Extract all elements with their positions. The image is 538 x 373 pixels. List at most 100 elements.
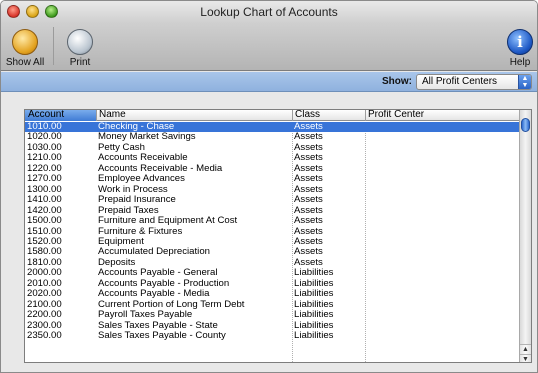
- class-cell: Assets: [294, 132, 323, 143]
- account-cell: 2300.00: [27, 320, 62, 331]
- name-cell: Petty Cash: [98, 142, 145, 153]
- table-row[interactable]: 1010.00 Checking - Chase Assets: [25, 122, 520, 133]
- account-cell: 1410.00: [27, 195, 62, 206]
- name-cell: Sales Taxes Payable - County: [98, 331, 226, 341]
- name-cell: Furniture & Fixtures: [98, 226, 183, 237]
- class-cell: Assets: [294, 205, 323, 216]
- class-cell: Assets: [294, 142, 323, 153]
- name-cell: Payroll Taxes Payable: [98, 310, 193, 321]
- name-cell: Deposits: [98, 257, 136, 268]
- printer-icon: [67, 29, 93, 55]
- table-row[interactable]: 1500.00 Furniture and Equipment At Cost As…: [25, 216, 520, 226]
- name-cell: Accounts Receivable - Media: [98, 163, 223, 174]
- help-label: Help: [509, 57, 531, 68]
- class-cell: Liabilities: [294, 320, 334, 331]
- name-cell: Accounts Receivable: [98, 153, 188, 164]
- table-row[interactable]: 2020.00 Accounts Payable - Media Liabiliti…: [25, 289, 520, 299]
- table-row[interactable]: 1580.00 Accumulated Depreciation Assets: [25, 247, 520, 257]
- profit-center-select-value: All Profit Centers: [422, 76, 498, 87]
- show-label: Show:: [382, 76, 412, 87]
- column-header-class[interactable]: Class: [292, 110, 365, 121]
- table-row[interactable]: 1810.00 Deposits Assets: [25, 258, 520, 268]
- account-cell: 1500.00: [27, 216, 62, 227]
- name-cell: Work in Process: [98, 184, 168, 195]
- folder-icon: [12, 29, 38, 55]
- name-cell: Accumulated Depreciation: [98, 247, 210, 258]
- scroll-thumb[interactable]: [521, 118, 530, 132]
- table-row[interactable]: 1220.00 Accounts Receivable - Media Assets: [25, 164, 520, 174]
- class-cell: Assets: [294, 216, 323, 227]
- account-cell: 2200.00: [27, 310, 62, 321]
- class-cell: Assets: [294, 184, 323, 195]
- account-cell: 1270.00: [27, 174, 62, 185]
- table-row[interactable]: 1210.00 Accounts Receivable Assets: [25, 153, 520, 163]
- account-cell: 1810.00: [27, 257, 62, 268]
- account-cell: 1210.00: [27, 153, 62, 164]
- name-cell: Furniture and Equipment At Cost: [98, 216, 238, 227]
- class-cell: Liabilities: [294, 299, 334, 310]
- title-bar[interactable]: Lookup Chart of Accounts: [1, 1, 537, 23]
- name-cell: Accounts Payable - General: [98, 268, 218, 279]
- class-cell: Assets: [294, 174, 323, 185]
- account-cell: 1020.00: [27, 132, 62, 143]
- class-cell: Assets: [294, 247, 323, 258]
- table-row[interactable]: 1020.00 Money Market Savings Assets: [25, 132, 520, 142]
- table-row[interactable]: 2000.00 Accounts Payable - General Liabili…: [25, 268, 520, 278]
- toolbar: Show All Print i Help: [1, 23, 537, 71]
- class-cell: Liabilities: [294, 278, 334, 289]
- name-cell: Accounts Payable - Media: [98, 289, 210, 300]
- filter-bar: Show: All Profit Centers ▲ ▼: [1, 72, 537, 92]
- table-row[interactable]: 2010.00 Accounts Payable - Production Liab…: [25, 279, 520, 289]
- account-cell: 1220.00: [27, 163, 62, 174]
- window-title: Lookup Chart of Accounts: [200, 5, 338, 19]
- class-cell: Liabilities: [294, 310, 334, 321]
- name-cell: Money Market Savings: [98, 132, 196, 143]
- name-cell: Accounts Payable - Production: [98, 278, 230, 289]
- table-row[interactable]: 2300.00 Sales Taxes Payable - State Liabil…: [25, 321, 520, 331]
- table-row[interactable]: 1520.00 Equipment Assets: [25, 237, 520, 247]
- table-row[interactable]: 2350.00 Sales Taxes Payable - County Liabi…: [25, 331, 520, 341]
- account-cell: 2010.00: [27, 278, 62, 289]
- lookup-window: Lookup Chart of Accounts Show All Print …: [0, 0, 538, 373]
- table-row[interactable]: 1410.00 Prepaid Insurance Assets: [25, 195, 520, 205]
- account-cell: 1300.00: [27, 184, 62, 195]
- column-header-profit-center[interactable]: Profit Center: [365, 110, 520, 121]
- accounts-table: Account Name Class Profit Center 1010.00…: [24, 109, 532, 363]
- table-row[interactable]: 2100.00 Current Portion of Long Term Debt…: [25, 300, 520, 310]
- class-cell: Liabilities: [294, 268, 334, 279]
- class-cell: Assets: [294, 122, 323, 132]
- account-cell: 2000.00: [27, 268, 62, 279]
- class-cell: Assets: [294, 153, 323, 164]
- table-row[interactable]: 1270.00 Employee Advances Assets: [25, 174, 520, 184]
- show-all-label: Show All: [5, 57, 45, 68]
- table-row[interactable]: 1420.00 Prepaid Taxes Assets: [25, 206, 520, 216]
- table-row[interactable]: 1030.00 Petty Cash Assets: [25, 143, 520, 153]
- print-button[interactable]: Print: [61, 29, 99, 68]
- name-cell: Prepaid Taxes: [98, 205, 159, 216]
- table-row[interactable]: 1300.00 Work in Process Assets: [25, 185, 520, 195]
- vertical-scrollbar[interactable]: ▲ ▼: [519, 110, 531, 362]
- table-row[interactable]: 1510.00 Furniture & Fixtures Assets: [25, 227, 520, 237]
- scroll-down-button[interactable]: ▼: [520, 354, 531, 362]
- table-row[interactable]: 2200.00 Payroll Taxes Payable Liabilities: [25, 310, 520, 320]
- main-area: Account Name Class Profit Center 1010.00…: [1, 93, 537, 372]
- account-cell: 1420.00: [27, 205, 62, 216]
- account-cell: 1580.00: [27, 247, 62, 258]
- account-cell: 2100.00: [27, 299, 62, 310]
- column-header-account[interactable]: Account: [25, 110, 96, 121]
- show-all-button[interactable]: Show All: [5, 29, 45, 68]
- name-cell: Sales Taxes Payable - State: [98, 320, 218, 331]
- profit-center-select[interactable]: All Profit Centers ▲ ▼: [416, 74, 532, 90]
- column-header-name[interactable]: Name: [96, 110, 292, 121]
- table-header: Account Name Class Profit Center: [25, 110, 520, 121]
- account-cell: 1030.00: [27, 142, 62, 153]
- account-cell: 2020.00: [27, 289, 62, 300]
- class-cell: Assets: [294, 257, 323, 268]
- toolbar-divider: [53, 27, 54, 65]
- class-cell: Assets: [294, 195, 323, 206]
- name-cell: Prepaid Insurance: [98, 195, 176, 206]
- account-cell: 1010.00: [27, 122, 62, 132]
- scroll-up-button[interactable]: ▲: [520, 344, 531, 354]
- class-cell: Liabilities: [294, 331, 334, 341]
- help-button[interactable]: i Help: [507, 29, 533, 68]
